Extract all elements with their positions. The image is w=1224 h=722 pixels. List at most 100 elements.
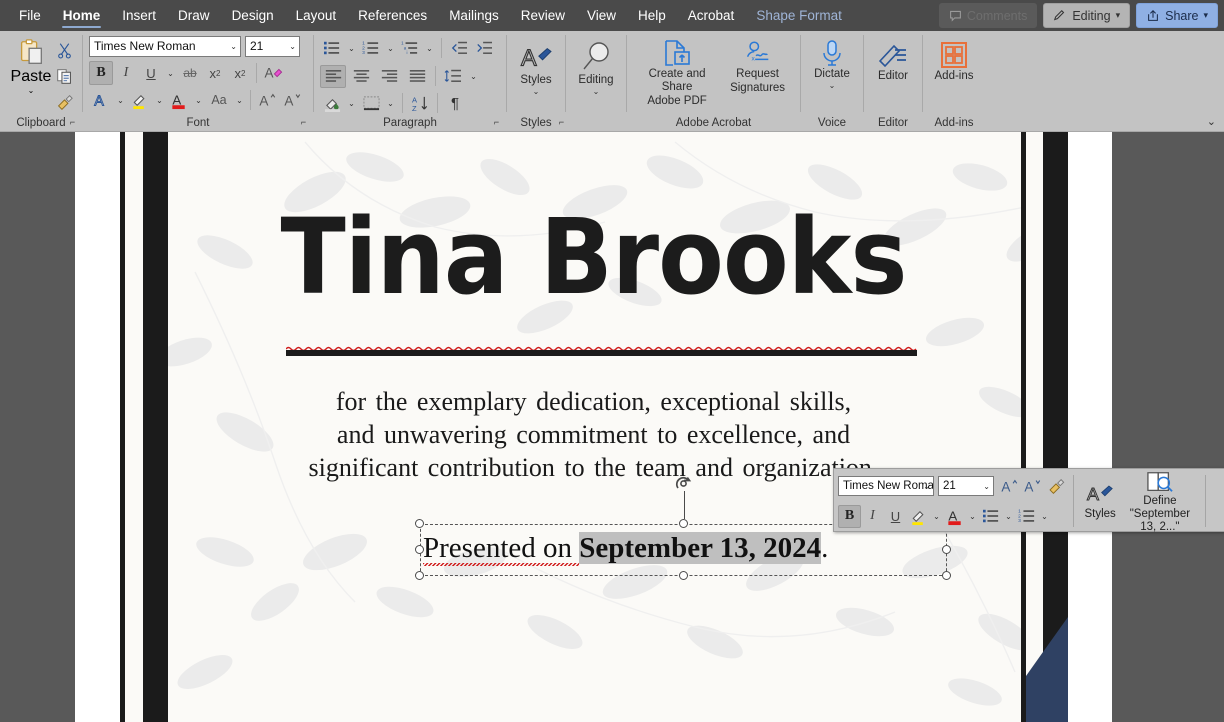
editing-mode-button[interactable]: Editing ▾ <box>1043 3 1131 28</box>
line-spacing-button[interactable] <box>441 64 465 88</box>
bullets-button[interactable] <box>320 36 344 60</box>
share-button[interactable]: Share ▾ <box>1136 3 1218 28</box>
ribbon-tab-review[interactable]: Review <box>510 0 576 31</box>
resize-handle-top-center[interactable] <box>679 519 688 528</box>
mini-shrink-font-button[interactable]: A <box>1021 475 1044 498</box>
mini-font-color-button[interactable]: A <box>943 505 966 528</box>
chevron-down-icon[interactable]: ⌄ <box>230 37 237 56</box>
document-page[interactable]: Tina Brooks for the exemplary dedication… <box>75 132 1112 722</box>
borders-dropdown[interactable]: ⌄ <box>384 91 397 115</box>
cut-button[interactable] <box>52 38 76 62</box>
increase-indent-button[interactable] <box>472 36 496 60</box>
superscript-button[interactable]: x2 <box>228 61 252 85</box>
mini-bullets-button[interactable] <box>979 505 1002 528</box>
sort-button[interactable]: A Z <box>408 91 432 115</box>
bold-button[interactable]: B <box>89 61 113 85</box>
justify-button[interactable] <box>404 65 430 88</box>
ribbon-tab-home[interactable]: Home <box>52 0 112 31</box>
resize-handle-middle-right[interactable] <box>942 545 951 554</box>
ribbon-tab-layout[interactable]: Layout <box>285 0 348 31</box>
clear-formatting-button[interactable]: A <box>261 61 285 85</box>
mini-italic-button[interactable]: I <box>861 505 884 528</box>
ribbon-tab-mailings[interactable]: Mailings <box>438 0 510 31</box>
mini-styles-button[interactable]: A Styles <box>1080 482 1121 520</box>
chevron-down-icon[interactable]: ⌄ <box>923 477 930 495</box>
highlight-color-dropdown[interactable]: ⌄ <box>153 88 166 112</box>
styles-gallery-button[interactable]: A Styles ⌄ <box>517 41 555 98</box>
dictate-button[interactable]: Dictate ⌄ <box>812 37 852 92</box>
chevron-down-icon[interactable]: ⌄ <box>593 87 600 96</box>
text-box-content[interactable]: Presented on September 13, 2024. <box>423 532 828 566</box>
strikethrough-button[interactable]: ab <box>178 61 202 85</box>
align-right-button[interactable] <box>376 65 402 88</box>
mini-font-color-dropdown[interactable]: ⌄ <box>966 504 979 528</box>
ribbon-tab-shape-format[interactable]: Shape Format <box>745 0 853 31</box>
bullets-dropdown[interactable]: ⌄ <box>345 36 358 60</box>
ribbon-tab-insert[interactable]: Insert <box>111 0 167 31</box>
text-highlight-button[interactable] <box>128 88 152 112</box>
multilevel-list-button[interactable]: 1 a i <box>398 36 422 60</box>
resize-handle-middle-left[interactable] <box>415 545 424 554</box>
resize-handle-bottom-left[interactable] <box>415 571 424 580</box>
collapse-ribbon-button[interactable]: ⌄ <box>1207 115 1216 128</box>
italic-button[interactable]: I <box>114 61 138 85</box>
editing-button[interactable]: Editing ⌄ <box>576 39 615 98</box>
mini-numbering-button[interactable]: 1 2 3 <box>1015 505 1038 528</box>
font-color-dropdown[interactable]: ⌄ <box>192 88 205 112</box>
mini-format-painter-button[interactable] <box>1044 475 1067 498</box>
ribbon-tab-view[interactable]: View <box>576 0 627 31</box>
grow-font-button[interactable]: A <box>255 88 279 112</box>
decrease-indent-button[interactable] <box>447 36 471 60</box>
comments-button[interactable]: Comments <box>938 3 1038 28</box>
rotate-handle[interactable] <box>674 474 694 494</box>
shrink-font-button[interactable]: A <box>280 88 304 112</box>
ribbon-tab-file[interactable]: File <box>8 0 52 31</box>
ribbon-tab-acrobat[interactable]: Acrobat <box>677 0 746 31</box>
format-painter-button[interactable] <box>52 90 76 114</box>
mini-underline-button[interactable]: U <box>884 505 907 528</box>
mini-grow-font-button[interactable]: A <box>998 475 1021 498</box>
mini-font-size-input[interactable]: 21 ⌄ <box>938 476 994 496</box>
line-spacing-dropdown[interactable]: ⌄ <box>467 64 480 88</box>
change-case-dropdown[interactable]: ⌄ <box>233 88 246 112</box>
show-formatting-marks-button[interactable]: ¶ <box>443 91 467 115</box>
resize-handle-bottom-right[interactable] <box>942 571 951 580</box>
font-color-button[interactable]: A <box>167 88 191 112</box>
editor-button[interactable]: Editor <box>875 39 911 85</box>
shading-button[interactable] <box>320 91 344 115</box>
mini-bullets-dropdown[interactable]: ⌄ <box>1002 504 1015 528</box>
mini-define-button[interactable]: Define "September 13, 2..." <box>1121 469 1200 534</box>
change-case-button[interactable]: Aa <box>206 88 232 112</box>
underline-dropdown[interactable]: ⌄ <box>164 61 177 85</box>
mini-numbering-dropdown[interactable]: ⌄ <box>1038 504 1051 528</box>
font-size-input[interactable]: 21 ⌄ <box>245 36 300 57</box>
text-effects-dropdown[interactable]: ⌄ <box>114 88 127 112</box>
text-effects-button[interactable]: A <box>89 88 113 112</box>
request-signatures-button[interactable]: x Request Signatures <box>721 37 794 97</box>
paste-button[interactable]: Paste ⌄ <box>10 35 52 95</box>
numbering-button[interactable]: 1 2 3 <box>359 36 383 60</box>
create-share-pdf-button[interactable]: Create and Share Adobe PDF <box>633 37 721 110</box>
mini-highlight-dropdown[interactable]: ⌄ <box>930 504 943 528</box>
font-name-input[interactable]: Times New Roman ⌄ <box>89 36 241 57</box>
resize-handle-bottom-center[interactable] <box>679 571 688 580</box>
mini-bold-button[interactable]: B <box>838 504 861 528</box>
chevron-down-icon[interactable]: ⌄ <box>829 81 836 90</box>
resize-handle-top-left[interactable] <box>415 519 424 528</box>
subscript-button[interactable]: x2 <box>203 61 227 85</box>
shading-dropdown[interactable]: ⌄ <box>345 91 358 115</box>
font-dialog-launcher[interactable]: ⌐ <box>298 117 309 128</box>
copy-button[interactable] <box>52 64 76 88</box>
ribbon-tab-help[interactable]: Help <box>627 0 677 31</box>
mini-font-name-input[interactable]: Times New Roman ⌄ <box>838 476 934 496</box>
underline-button[interactable]: U <box>139 61 163 85</box>
chevron-down-icon[interactable]: ⌄ <box>533 87 540 96</box>
multilevel-list-dropdown[interactable]: ⌄ <box>423 36 436 60</box>
paragraph-dialog-launcher[interactable]: ⌐ <box>491 117 502 128</box>
clipboard-dialog-launcher[interactable]: ⌐ <box>67 117 78 128</box>
align-center-button[interactable] <box>348 65 374 88</box>
ribbon-tab-design[interactable]: Design <box>221 0 285 31</box>
chevron-down-icon[interactable]: ⌄ <box>28 86 35 95</box>
addins-button[interactable]: Add-ins <box>933 39 976 85</box>
align-left-button[interactable] <box>320 64 346 88</box>
